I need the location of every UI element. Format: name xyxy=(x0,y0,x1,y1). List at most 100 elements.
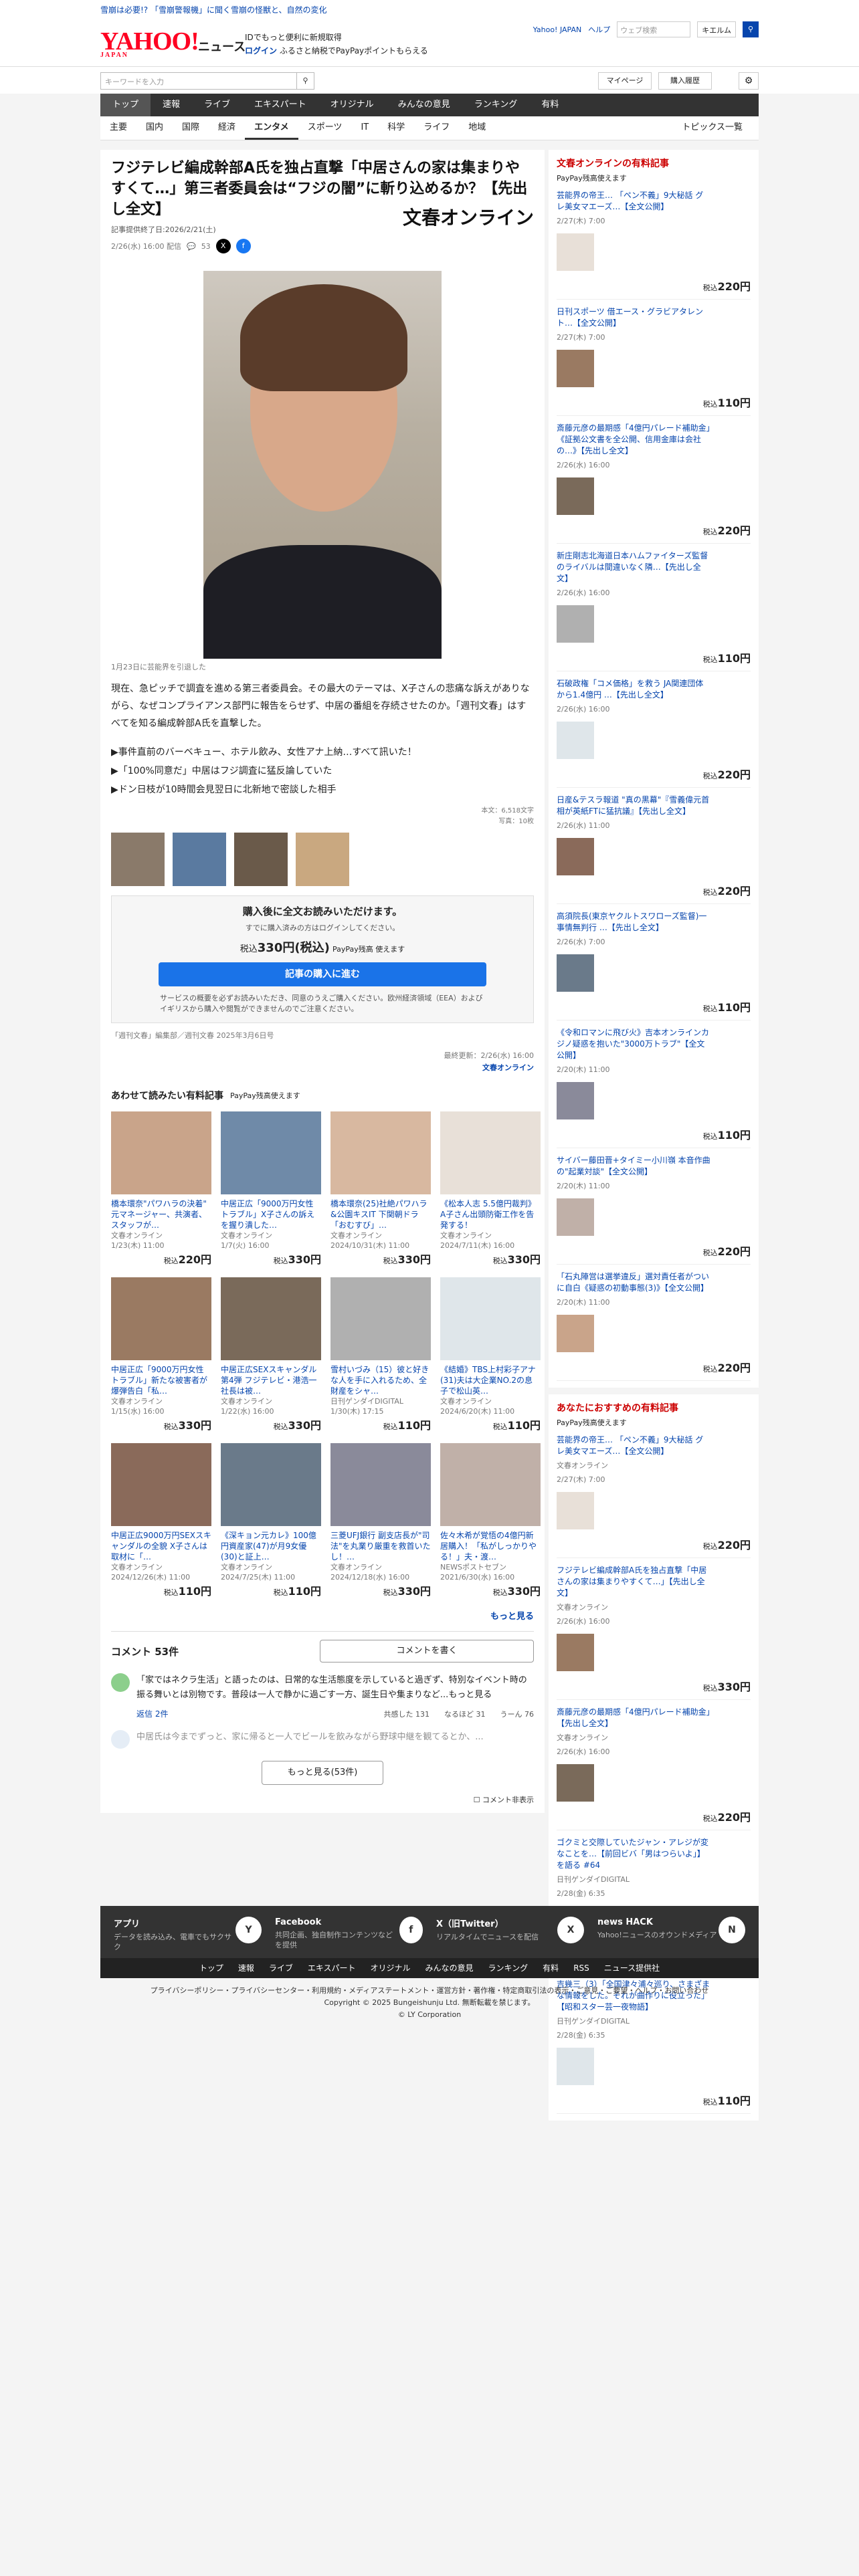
related-card[interactable]: 《松本人志 5.5億円裁判》A子さん出頭防衛工作を告発する！ 文春オンライン 2… xyxy=(440,1111,541,1267)
footer-col-title[interactable]: X（旧Twitter） xyxy=(436,1919,504,1929)
related-card[interactable]: 雪村いづみ（15）彼と好きな人を手に入れるため、全財産をシャ… 日刊ゲンダイDI… xyxy=(330,1277,431,1432)
related-card[interactable]: 佐々木希が覚悟の4億円新居購入！「私がしっかりやる！」夫・渡… NEWSポストセ… xyxy=(440,1443,541,1598)
footer-icon[interactable]: f xyxy=(399,1917,423,1943)
subnav-item[interactable]: IT xyxy=(351,116,378,140)
topics-list-link[interactable]: トピックス一覧 xyxy=(672,116,752,139)
sidebar-item[interactable]: フジテレビ編成幹部A氏を独占直撃「中居さんの家は集まりやすくて…」【先出し全文】… xyxy=(557,1565,751,1700)
related-card[interactable]: 橋本環奈(25)社絶パワハラ&公園キスIT 下関朝ドラ「おむすび」… 文春オンラ… xyxy=(330,1111,431,1267)
subnav-item[interactable]: 国際 xyxy=(173,116,209,140)
article-link[interactable]: ▶事件直前のバーベキュー、ホテル飲み、女性アナ上納…すべて訊いた！ xyxy=(111,743,534,762)
promo-furusato[interactable]: ふるさと納税でPayPayポイントもらえる xyxy=(280,46,428,56)
sidebar-item-thumb[interactable] xyxy=(557,477,594,515)
footer-col[interactable]: news HACK Yahoo!ニュースのオウンドメディア N xyxy=(597,1917,745,1952)
related-thumb[interactable] xyxy=(111,1443,211,1526)
footer-link[interactable]: RSS xyxy=(573,1958,589,1978)
sidebar-item-thumb[interactable] xyxy=(557,233,594,271)
related-thumb[interactable] xyxy=(330,1277,431,1360)
related-thumb[interactable] xyxy=(330,1111,431,1194)
paywall-login-note[interactable]: すでに購入済みの方はログインしてください。 xyxy=(120,922,525,933)
sidebar-item-title[interactable]: 日刊スポーツ 借エース・グラビアタレント…【全文公開】 xyxy=(557,306,710,329)
footer-col-title[interactable]: Facebook xyxy=(275,1917,321,1927)
nav-ranking[interactable]: ランキング xyxy=(462,94,530,116)
sidebar-item-title[interactable]: 斎藤元彦の最期感「4億円パレード補助金」【先出し全文】 xyxy=(557,1707,710,1729)
subnav-item[interactable]: 経済 xyxy=(209,116,245,140)
sidebar-item-thumb[interactable] xyxy=(557,605,594,643)
search-icon[interactable]: ⚲ xyxy=(296,73,314,89)
reaction-agree[interactable]: 共感した 131 xyxy=(384,1709,430,1719)
related-title[interactable]: 橋本環奈(25)社絶パワハラ&公園キスIT 下関朝ドラ「おむすび」… xyxy=(330,1198,431,1230)
subnav-item[interactable]: 地域 xyxy=(459,116,495,140)
related-thumb[interactable] xyxy=(440,1443,541,1526)
related-card[interactable]: 中居正広9000万円SEXスキャンダルの全貌 X子さんは取材に「… 文春オンライ… xyxy=(111,1443,211,1598)
footer-link[interactable]: トップ xyxy=(199,1958,223,1978)
sidebar-item[interactable]: 高須院長(東京ヤクルトスワローズ監督)一事情無判行 …【先出し全文】 2/26(… xyxy=(557,911,751,1021)
related-card[interactable]: 中居正広SEXスキャンダル第4弾 フジテレビ・港浩一社長は被… 文春オンライン … xyxy=(221,1277,321,1432)
sidebar-item-title[interactable]: 「石丸陣営は選挙違反」選対責任者がついに自白《疑惑の初動事態(3)》【全文公開】 xyxy=(557,1271,710,1294)
comment-icon[interactable]: 💬 xyxy=(187,242,196,251)
promo-line[interactable]: IDでもっと便利に新規取得 xyxy=(245,31,428,44)
footer-link[interactable]: みんなの意見 xyxy=(425,1958,474,1978)
footer-link[interactable]: ライブ xyxy=(269,1958,293,1978)
footer-icon[interactable]: Y xyxy=(235,1917,262,1943)
yahoo-logo[interactable]: YAHOO! JAPAN xyxy=(100,28,199,59)
related-title[interactable]: 中居正広SEXスキャンダル第4弾 フジテレビ・港浩一社長は被… xyxy=(221,1364,321,1396)
related-card[interactable]: 橋本環奈"パワハラの決着" 元マネージャー、共演者、スタッフが… 文春オンライン… xyxy=(111,1111,211,1267)
sidebar-item[interactable]: サイバー藤田晋+タイミー小川嶺 本音作曲の"起業対談"【全文公開】 2/20(木… xyxy=(557,1155,751,1265)
sidebar-item[interactable]: 日刊スポーツ 借エース・グラビアタレント…【全文公開】 2/27(木) 7:00… xyxy=(557,306,751,416)
photo-thumb[interactable] xyxy=(296,833,349,886)
purchase-history-button[interactable]: 購入履歴 xyxy=(658,72,712,90)
search-option[interactable]: キエルム xyxy=(697,21,736,37)
sidebar-item-title[interactable]: 芸能界の帝王… 「ペン不義」9大秘話 グレ美女マエーズ…【全文公開】 xyxy=(557,1434,710,1457)
related-thumb[interactable] xyxy=(221,1277,321,1360)
subnav-item[interactable]: ライフ xyxy=(414,116,459,140)
footer-col[interactable]: X（旧Twitter） リアルタイムでニュースを配信 X xyxy=(436,1917,584,1952)
related-thumb[interactable] xyxy=(440,1277,541,1360)
sidebar-item-title[interactable]: 石破政権「コメ価格」を救う JA関連団体から1.4億円 …【先出し全文】 xyxy=(557,678,710,701)
yj-link[interactable]: Yahoo! JAPAN xyxy=(533,25,582,34)
subnav-item[interactable]: 主要 xyxy=(100,116,136,140)
photo-thumb[interactable] xyxy=(173,833,226,886)
article-link[interactable]: ▶「100%同意だ」中居はフジ調査に猛反論していた xyxy=(111,762,534,780)
sidebar-item-title[interactable]: 斎藤元彦の最期感「4億円パレード補助金」《証拠公文書を全公開、信用金庫は会社の…… xyxy=(557,423,710,457)
footer-link[interactable]: オリジナル xyxy=(371,1958,411,1978)
news-logo[interactable]: ニュース xyxy=(198,37,246,55)
footer-col-title[interactable]: アプリ xyxy=(114,1919,140,1929)
reply-link[interactable]: 返信 2件 xyxy=(136,1708,168,1719)
related-card[interactable]: 中居正広「9000万円女性トラブル」X子さんの訴えを握り潰した… 文春オンライン… xyxy=(221,1111,321,1267)
sidebar-item-thumb[interactable] xyxy=(557,1082,594,1119)
keyword-search-input[interactable]: キーワードを入力 ⚲ xyxy=(100,72,314,90)
gear-icon[interactable]: ⚙ xyxy=(739,72,759,90)
sidebar-item[interactable]: 斎藤元彦の最期感「4億円パレード補助金」《証拠公文書を全公開、信用金庫は会社の…… xyxy=(557,423,751,544)
buy-button[interactable]: 記事の購入に進む xyxy=(159,962,486,986)
sidebar-item-title[interactable]: サイバー藤田晋+タイミー小川嶺 本音作曲の"起業対談"【全文公開】 xyxy=(557,1155,710,1178)
sidebar-item[interactable]: 斎藤元彦の最期感「4億円パレード補助金」【先出し全文】 文春オンライン 2/26… xyxy=(557,1707,751,1830)
related-card[interactable]: 三菱UFJ銀行 副支店長が"司法"を丸業り厳重を救首いたし！… 文春オンライン … xyxy=(330,1443,431,1598)
reaction-insight[interactable]: なるほど 31 xyxy=(444,1709,486,1719)
related-thumb[interactable] xyxy=(111,1111,211,1194)
related-thumb[interactable] xyxy=(221,1443,321,1526)
related-title[interactable]: 佐々木希が覚悟の4億円新居購入！「私がしっかりやる！」夫・渡… xyxy=(440,1530,541,1562)
x-share-icon[interactable]: X xyxy=(215,239,231,253)
photo-thumb[interactable] xyxy=(234,833,288,886)
footer-col[interactable]: Facebook 共同企画、独自制作コンテンツなどを提供 f xyxy=(275,1917,423,1952)
footer-icon[interactable]: N xyxy=(719,1917,745,1943)
sidebar-item[interactable]: 《令和ロマンに飛び火》吉本オンラインカジノ疑惑を抱いた"3000万トラブ"【全文… xyxy=(557,1027,751,1148)
related-title[interactable]: 雪村いづみ（15）彼と好きな人を手に入れるため、全財産をシャ… xyxy=(330,1364,431,1396)
comment-text[interactable]: 中居氏は今までずっと、家に帰ると一人でビールを飲みながら野球中継を観てるとか、.… xyxy=(136,1730,484,1749)
article-link[interactable]: ▶ドン日枝が10時間会見翌日に北新地で密談した相手 xyxy=(111,780,534,799)
related-title[interactable]: 《松本人志 5.5億円裁判》A子さん出頭防衛工作を告発する！ xyxy=(440,1198,541,1230)
nav-breaking[interactable]: 速報 xyxy=(151,94,192,116)
top-notice[interactable]: 雪崩は必要!? 「雪崩警報機」に聞く雪崩の怪獣と、自然の変化 xyxy=(0,0,859,19)
subnav-item[interactable]: 科学 xyxy=(378,116,414,140)
footer-link[interactable]: 速報 xyxy=(238,1958,254,1978)
mypage-button[interactable]: マイページ xyxy=(598,72,652,90)
related-title[interactable]: 《深キョン元カレ》100億円資産家(47)が月9女優(30)と証上… xyxy=(221,1530,321,1562)
comment-count[interactable]: 53 xyxy=(201,242,211,251)
search-icon[interactable]: ⚲ xyxy=(743,21,759,37)
sidebar-item-title[interactable]: ゴクミと交際していたジャン・アレジが変なことを…【前回ビバ「男はつらいよ」】を語… xyxy=(557,1837,710,1871)
sidebar-item[interactable]: 芸能界の帝王… 「ペン不義」9大秘話 グレ美女マエーズ…【全文公開】 2/27(… xyxy=(557,190,751,300)
related-card[interactable]: 《深キョン元カレ》100億円資産家(47)が月9女優(30)と証上… 文春オンラ… xyxy=(221,1443,321,1598)
sidebar-item[interactable]: 芸能界の帝王… 「ペン不義」9大秘話 グレ美女マエーズ…【全文公開】 文春オンラ… xyxy=(557,1434,751,1558)
sidebar-item-title[interactable]: 芸能界の帝王… 「ペン不義」9大秘話 グレ美女マエーズ…【全文公開】 xyxy=(557,190,710,213)
sidebar-item-title[interactable]: 《令和ロマンに飛び火》吉本オンラインカジノ疑惑を抱いた"3000万トラブ"【全文… xyxy=(557,1027,710,1061)
